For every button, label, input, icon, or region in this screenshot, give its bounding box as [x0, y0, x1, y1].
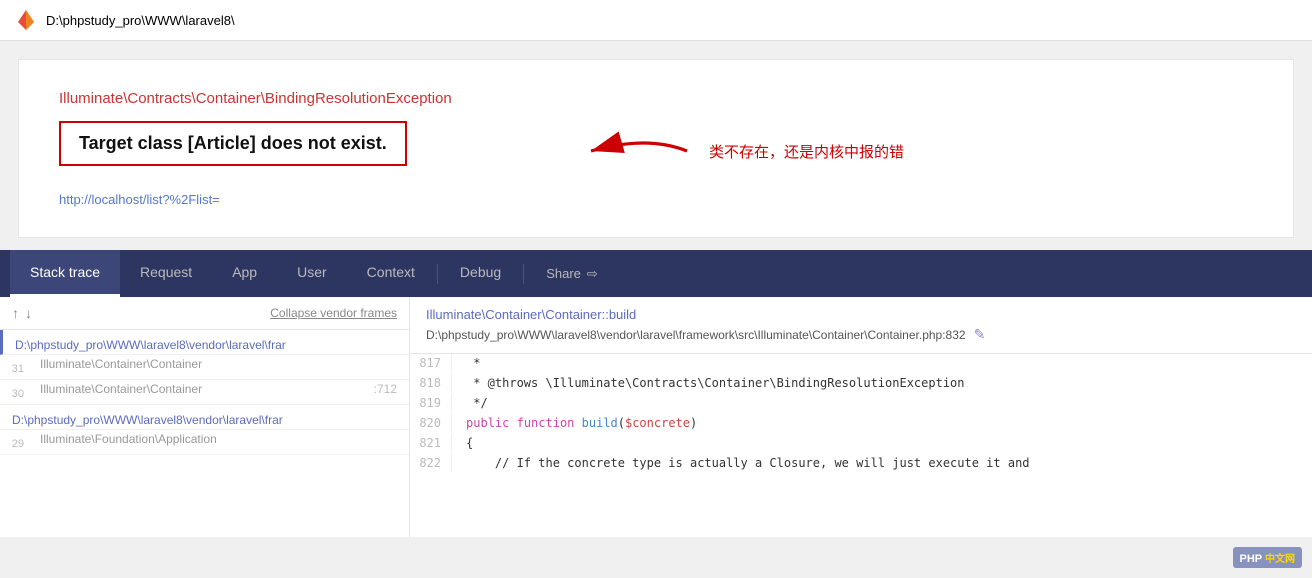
- frame-class: Illuminate\Container\Container: [40, 357, 202, 371]
- frame-number: 30: [0, 380, 28, 404]
- frame-number: 31: [0, 355, 28, 379]
- tab-request[interactable]: Request: [120, 250, 212, 297]
- frame-item[interactable]: D:\phpstudy_pro\WWW\laravel8\vendor\lara…: [0, 405, 409, 430]
- frame-item[interactable]: 31 Illuminate\Container\Container: [0, 355, 409, 380]
- code-class-name: Illuminate\Container\Container::build: [426, 307, 1296, 322]
- arrow-down-icon[interactable]: ↓: [25, 305, 32, 321]
- code-line: 821 {: [410, 434, 1312, 454]
- tab-debug[interactable]: Debug: [440, 250, 521, 297]
- line-number: 818: [410, 374, 452, 392]
- stack-controls: ↑ ↓ Collapse vendor frames: [0, 297, 409, 330]
- share-icon: ⇨: [587, 266, 598, 282]
- line-content: * @throws \Illuminate\Contracts\Containe…: [452, 374, 965, 392]
- error-message: Target class [Article] does not exist.: [59, 121, 407, 166]
- php-badge: PHP 中文网: [1233, 547, 1302, 568]
- content-area: ↑ ↓ Collapse vendor frames D:\phpstudy_p…: [0, 297, 1312, 537]
- code-line: 817 *: [410, 354, 1312, 374]
- line-number: 819: [410, 394, 452, 412]
- code-line: 820 public function build($concrete): [410, 414, 1312, 434]
- frame-item[interactable]: 29 Illuminate\Foundation\Application: [0, 430, 409, 455]
- code-header: Illuminate\Container\Container::build D:…: [410, 297, 1312, 354]
- line-content: {: [452, 434, 473, 452]
- line-number: 820: [410, 414, 452, 432]
- code-line: 822 // If the concrete type is actually …: [410, 454, 1312, 474]
- arrow-annotation: 类不存在，还是内核中报的错: [579, 131, 904, 171]
- top-bar-path: D:\phpstudy_pro\WWW\laravel8\: [46, 13, 235, 28]
- top-bar: D:\phpstudy_pro\WWW\laravel8\: [0, 0, 1312, 41]
- line-number: 822: [410, 454, 452, 472]
- tabs-section: Stack trace Request App User Context Deb…: [0, 250, 1312, 537]
- tab-share[interactable]: Share ⇨: [526, 252, 618, 296]
- stack-panel: ↑ ↓ Collapse vendor frames D:\phpstudy_p…: [0, 297, 410, 537]
- annotation-text: 类不存在，还是内核中报的错: [709, 141, 904, 162]
- code-line: 819 */: [410, 394, 1312, 414]
- code-line: 818 * @throws \Illuminate\Contracts\Cont…: [410, 374, 1312, 394]
- frame-line: :712: [374, 382, 397, 396]
- edit-icon[interactable]: ✎: [974, 326, 986, 343]
- exception-class: Illuminate\Contracts\Container\BindingRe…: [59, 90, 1253, 107]
- collapse-vendor-frames[interactable]: Collapse vendor frames: [270, 306, 397, 320]
- line-content: public function build($concrete): [452, 414, 697, 432]
- line-number: 817: [410, 354, 452, 372]
- line-content: */: [452, 394, 488, 412]
- tab-divider: [437, 264, 438, 284]
- frame-file: D:\phpstudy_pro\WWW\laravel8\vendor\lara…: [0, 405, 409, 429]
- tabs-bar: Stack trace Request App User Context Deb…: [0, 250, 1312, 297]
- code-file-path: D:\phpstudy_pro\WWW\laravel8\vendor\lara…: [426, 328, 966, 342]
- line-content: *: [452, 354, 480, 372]
- frame-class: Illuminate\Container\Container: [40, 382, 202, 396]
- line-content: // If the concrete type is actually a Cl…: [452, 454, 1030, 472]
- frame-number: 29: [0, 430, 28, 454]
- tab-user[interactable]: User: [277, 250, 347, 297]
- red-arrow-icon: [579, 131, 699, 171]
- logo-icon: [14, 8, 38, 32]
- tab-stack-trace[interactable]: Stack trace: [10, 250, 120, 297]
- code-file-line: D:\phpstudy_pro\WWW\laravel8\vendor\lara…: [426, 326, 1296, 343]
- frame-class: Illuminate\Foundation\Application: [40, 432, 217, 446]
- line-number: 821: [410, 434, 452, 452]
- tab-context[interactable]: Context: [347, 250, 435, 297]
- error-card: Illuminate\Contracts\Container\BindingRe…: [18, 59, 1294, 238]
- stack-arrows: ↑ ↓: [12, 305, 32, 321]
- frame-file: D:\phpstudy_pro\WWW\laravel8\vendor\lara…: [3, 330, 409, 354]
- tab-divider-2: [523, 264, 524, 284]
- tab-app[interactable]: App: [212, 250, 277, 297]
- frame-item[interactable]: D:\phpstudy_pro\WWW\laravel8\vendor\lara…: [0, 330, 409, 355]
- code-panel: Illuminate\Container\Container::build D:…: [410, 297, 1312, 537]
- frame-item[interactable]: 30 Illuminate\Container\Container :712: [0, 380, 409, 405]
- error-url[interactable]: http://localhost/list?%2Flist=: [59, 192, 220, 207]
- code-body: 817 * 818 * @throws \Illuminate\Contract…: [410, 354, 1312, 474]
- arrow-up-icon[interactable]: ↑: [12, 305, 19, 321]
